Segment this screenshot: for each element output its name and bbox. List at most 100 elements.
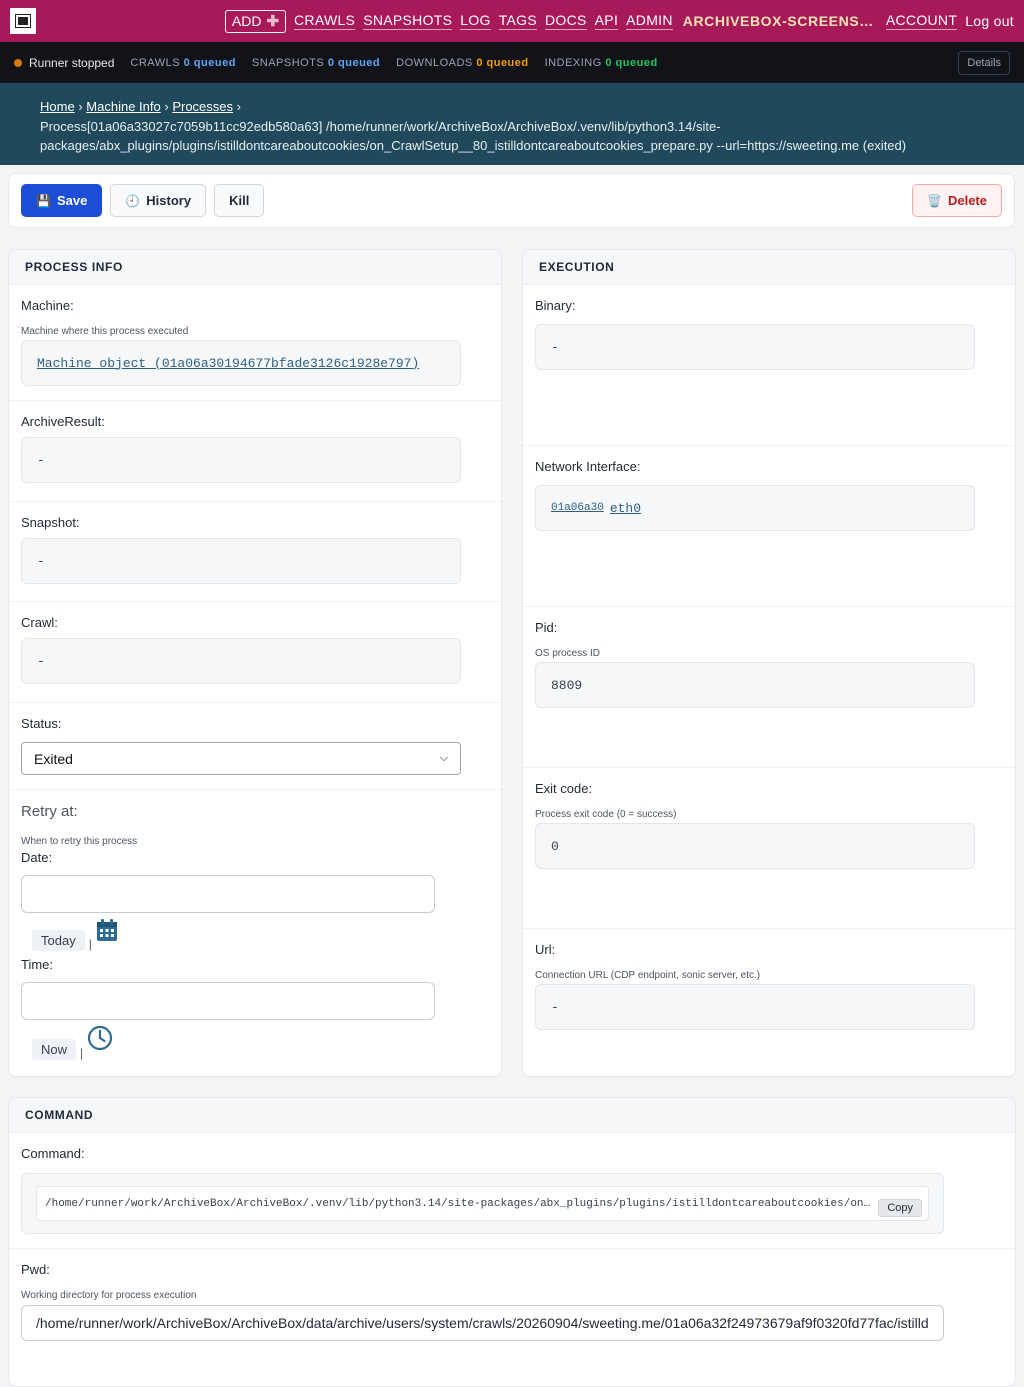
nav-snapshots[interactable]: SNAPSHOTS [363, 12, 453, 30]
network-interface-field: 01a06a30 eth0 [535, 485, 975, 531]
network-interface-row: Network Interface: 01a06a30 eth0 [523, 446, 1015, 607]
delete-label: Delete [947, 193, 987, 208]
indexing-queue-label: INDEXING [544, 56, 602, 69]
snapshot-row: Snapshot: - [9, 502, 501, 602]
nav-brand[interactable]: ARCHIVEBOX-SCREENS… [683, 13, 874, 30]
indexing-queue: INDEXING 0 queued [545, 57, 658, 69]
command-row: Command: /home/runner/work/ArchiveBox/Ar… [9, 1133, 1015, 1249]
nav-logout[interactable]: Log out [965, 13, 1014, 30]
breadcrumb: Home › Machine Info › Processes › Proces… [0, 83, 1024, 165]
date-label: Date: [21, 850, 53, 865]
pwd-help: Working directory for process execution [21, 1290, 197, 1301]
pwd-row: Pwd: Working directory for process execu… [9, 1249, 1015, 1359]
history-label: History [146, 193, 192, 208]
date-input[interactable] [21, 875, 435, 913]
pid-label: Pid: [535, 620, 558, 635]
shortcut-separator: | [80, 1046, 84, 1060]
details-button[interactable]: Details [958, 50, 1010, 75]
retry-help: When to retry this process [21, 836, 138, 847]
crawls-queue-label: CRAWLS [130, 56, 181, 69]
nav-tags[interactable]: TAGS [498, 12, 538, 30]
breadcrumb-sep: › [164, 99, 169, 114]
nav-docs[interactable]: DOCS [545, 12, 587, 30]
archiveresult-row: ArchiveResult: - [9, 401, 501, 502]
pid-field: 8809 [535, 662, 975, 708]
crawl-label: Crawl: [21, 615, 58, 630]
status-selected-value: Exited [34, 750, 73, 767]
status-label: Status: [21, 716, 62, 731]
binary-row: Binary: - [523, 285, 1015, 446]
downloads-queue: DOWNLOADS 0 queued [396, 57, 528, 69]
command-field: /home/runner/work/ArchiveBox/ArchiveBox/… [21, 1173, 944, 1234]
status-bar: Runner stopped CRAWLS 0 queued SNAPSHOTS… [0, 42, 1024, 83]
time-label: Time: [21, 957, 54, 972]
exit-code-label: Exit code: [535, 781, 593, 796]
execution-title: EXECUTION [523, 250, 1015, 285]
floppy-disk-icon: 💾 [36, 193, 51, 208]
nav-log[interactable]: LOG [460, 12, 491, 30]
top-nav: ADD ✚ CRAWLS SNAPSHOTS LOG TAGS DOCS API… [0, 0, 1024, 42]
machine-link[interactable]: Machine object (01a06a30194677bfade3126c… [37, 356, 419, 371]
date-shortcuts: Today | [21, 919, 489, 951]
archiveresult-field: - [21, 437, 461, 483]
machine-help: Machine where this process executed [21, 326, 189, 337]
machine-label: Machine: [21, 298, 74, 313]
execution-panel: EXECUTION Binary: - Network Interface: 0… [522, 249, 1016, 1077]
breadcrumb-current: Process[01a06a33027c7059b11cc92edb580a63… [40, 118, 907, 154]
snapshot-label: Snapshot: [21, 515, 80, 530]
crawl-row: Crawl: - [9, 602, 501, 703]
time-input[interactable] [21, 982, 435, 1020]
network-interface-label: Network Interface: [535, 459, 641, 474]
nav-crawls[interactable]: CRAWLS [294, 12, 356, 30]
breadcrumb-home[interactable]: Home [40, 99, 75, 114]
kill-button[interactable]: Kill [214, 184, 265, 217]
action-toolbar: 💾 Save 🕘 History Kill 🗑️ Delete [8, 173, 1015, 228]
url-label: Url: [535, 942, 556, 957]
breadcrumb-machine-info[interactable]: Machine Info [86, 99, 160, 114]
pid-row: Pid: OS process ID 8809 [523, 607, 1015, 768]
command-text: /home/runner/work/ArchiveBox/ArchiveBox/… [45, 1197, 875, 1210]
add-button[interactable]: ADD ✚ [224, 9, 287, 33]
archivebox-logo[interactable] [10, 8, 36, 34]
runner-status: Runner stopped [29, 55, 115, 70]
network-interface-id-link[interactable]: 01a06a30 [551, 502, 604, 514]
clock-icon[interactable] [87, 1025, 113, 1056]
url-field: - [535, 984, 975, 1030]
copy-button[interactable]: Copy [878, 1199, 922, 1217]
save-button[interactable]: 💾 Save [21, 184, 103, 217]
nav-api[interactable]: API [594, 12, 619, 30]
retry-label: Retry at: [21, 803, 78, 820]
today-link[interactable]: Today [32, 930, 85, 951]
exit-code-help: Process exit code (0 = success) [535, 809, 677, 820]
now-link[interactable]: Now [32, 1039, 77, 1060]
snapshots-queue-label: SNAPSHOTS [251, 56, 325, 69]
indexing-queue-value: 0 queued [605, 56, 658, 69]
url-help: Connection URL (CDP endpoint, sonic serv… [535, 970, 761, 981]
save-label: Save [56, 193, 88, 208]
history-button[interactable]: 🕘 History [110, 184, 207, 217]
machine-field: Machine object (01a06a30194677bfade3126c… [21, 340, 461, 386]
nav-admin[interactable]: ADMIN [626, 12, 673, 30]
downloads-queue-label: DOWNLOADS [396, 56, 473, 69]
nav-account[interactable]: ACCOUNT [885, 12, 958, 30]
snapshots-queue-value: 0 queued [327, 56, 381, 69]
time-shortcuts: Now | [21, 1025, 489, 1060]
command-label: Command: [21, 1146, 85, 1161]
shortcut-separator: | [88, 937, 92, 951]
network-interface-name-link[interactable]: eth0 [610, 501, 641, 516]
calendar-icon[interactable] [96, 918, 118, 947]
status-select[interactable]: Exited ⌵ [21, 742, 461, 775]
retry-row: Retry at: When to retry this process Dat… [9, 790, 501, 1076]
status-row: Status: Exited ⌵ [9, 703, 501, 790]
pwd-input[interactable]: /home/runner/work/ArchiveBox/ArchiveBox/… [21, 1305, 944, 1341]
crawls-queue: CRAWLS 0 queued [130, 57, 236, 69]
archiveresult-label: ArchiveResult: [21, 414, 105, 429]
crawl-field: - [21, 638, 461, 684]
delete-button[interactable]: 🗑️ Delete [912, 184, 1002, 217]
url-row: Url: Connection URL (CDP endpoint, sonic… [523, 929, 1015, 1076]
binary-field: - [535, 324, 975, 370]
nav-links: ADD ✚ CRAWLS SNAPSHOTS LOG TAGS DOCS API… [224, 9, 1014, 33]
exit-code-row: Exit code: Process exit code (0 = succes… [523, 768, 1015, 929]
breadcrumb-processes[interactable]: Processes [172, 99, 233, 114]
command-title: COMMAND [9, 1098, 1015, 1133]
